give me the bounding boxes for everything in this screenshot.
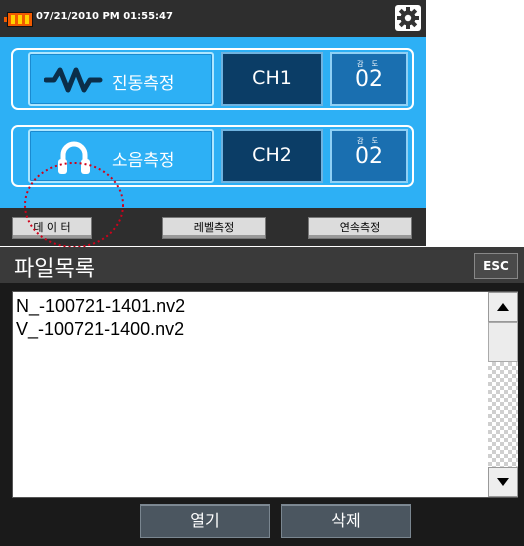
esc-button[interactable]: ESC (474, 253, 518, 279)
file-item-2[interactable]: V_-100721-1400.nv2 (16, 319, 184, 340)
gain-2-value: 02 (355, 144, 383, 169)
tab-continuous-measure[interactable]: 연속측정 (308, 217, 412, 239)
file-listbox[interactable]: N_-100721-1401.nv2 V_-100721-1400.nv2 (12, 291, 518, 498)
file-list-title: 파일목록 (14, 257, 95, 282)
vibration-measure-label: 진동측정 (112, 74, 175, 94)
scrollbar-thumb[interactable] (488, 322, 518, 362)
arrow-up-icon (497, 303, 509, 311)
battery-icon (4, 12, 33, 27)
file-list-dialog: 파일목록 ESC N_-100721-1401.nv2 V_-100721-14… (0, 247, 524, 546)
scroll-up-button[interactable] (488, 292, 518, 322)
scroll-down-button[interactable] (488, 467, 518, 497)
open-button[interactable]: 열기 (140, 504, 270, 538)
vibration-measure-button[interactable]: 진동측정 (28, 52, 214, 106)
delete-button[interactable]: 삭제 (281, 504, 411, 538)
measurement-panel: 07/21/2010 PM 01:55:47 진동측정 CH1 감 도 02 소… (0, 0, 426, 248)
file-item-1[interactable]: N_-100721-1401.nv2 (16, 296, 185, 317)
vibration-wave-icon (44, 67, 103, 93)
scrollbar-track[interactable] (488, 362, 518, 467)
file-list-title-bar: 파일목록 ESC (0, 247, 524, 283)
file-list-body: N_-100721-1401.nv2 V_-100721-1400.nv2 열기… (0, 283, 524, 546)
gain-1-button[interactable]: 감 도 02 (330, 52, 408, 106)
channel-2-button[interactable]: CH2 (221, 129, 323, 183)
arrow-down-icon (497, 478, 509, 486)
highlight-circle (24, 162, 124, 248)
tab-level-measure[interactable]: 레벨측정 (162, 217, 266, 239)
settings-button[interactable] (395, 5, 421, 31)
gain-2-button[interactable]: 감 도 02 (330, 129, 408, 183)
channel-1-button[interactable]: CH1 (221, 52, 323, 106)
status-bar: 07/21/2010 PM 01:55:47 (0, 0, 426, 37)
datetime-text: 07/21/2010 PM 01:55:47 (36, 11, 173, 22)
gain-1-value: 02 (355, 67, 383, 92)
scrollbar[interactable] (488, 292, 518, 497)
gear-icon (397, 7, 419, 29)
